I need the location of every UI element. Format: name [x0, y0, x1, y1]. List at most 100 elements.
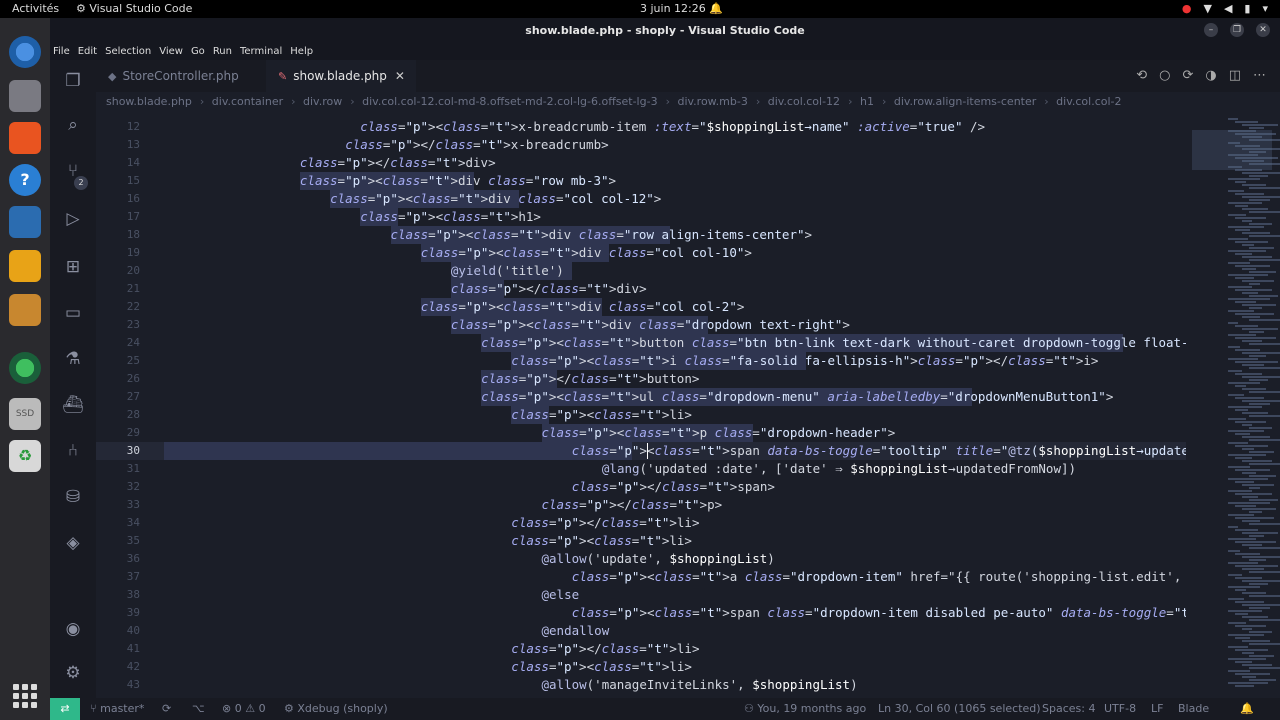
- remote-explorer-icon[interactable]: ▭: [62, 302, 84, 324]
- close-button[interactable]: ✕: [1256, 23, 1270, 37]
- code-line[interactable]: 30 class="p"><class="t">span data-bs-togg…: [96, 442, 1186, 460]
- code-line[interactable]: 24 class="p"><class="t">button class="btn…: [96, 334, 1186, 352]
- line-number[interactable]: 23: [96, 316, 140, 334]
- line-number[interactable]: 24: [96, 334, 140, 352]
- breadcrumb-item[interactable]: div.row: [303, 95, 342, 108]
- go-forward-icon[interactable]: ⟳: [1182, 68, 1193, 83]
- breadcrumb-item[interactable]: div.row.mb-3: [677, 95, 747, 108]
- extensions-icon[interactable]: ⊞: [62, 256, 84, 278]
- code-line[interactable]: 12 class="p"><class="t">x-breadcrumb-item…: [96, 118, 1186, 136]
- line-number[interactable]: 18: [96, 226, 140, 244]
- database-icon[interactable]: ⛁: [62, 486, 84, 508]
- code-line[interactable]: 14 class="p"></class="t">div>: [96, 154, 1186, 172]
- menu-view[interactable]: View: [159, 46, 183, 57]
- settings-gear-icon[interactable]: ⚙: [62, 662, 84, 684]
- line-number[interactable]: 13: [96, 136, 140, 154]
- line-number[interactable]: 21: [96, 280, 140, 298]
- system-tray[interactable]: ● ▼ ◀ ▮ ▾: [1182, 2, 1268, 15]
- code-line[interactable]: 13 class="p"></class="t">x-breadcrumb>: [96, 136, 1186, 154]
- code-line[interactable]: 31 @lang('updated :date', ['date' ⇒ $shop…: [96, 460, 1186, 478]
- clock[interactable]: 3 juin 12:26 🔔: [640, 2, 723, 15]
- code-line[interactable]: 32 class="p"></class="t">span>: [96, 478, 1186, 496]
- line-number[interactable]: 42: [96, 658, 140, 676]
- minimize-button[interactable]: –: [1204, 23, 1218, 37]
- line-number[interactable]: 36: [96, 550, 140, 568]
- maximize-button[interactable]: ❐: [1230, 23, 1244, 37]
- code-line[interactable]: 16 class="p"><class="t">div class="col co…: [96, 190, 1186, 208]
- code-line[interactable]: 18 class="p"><class="t">div class="row al…: [96, 226, 1186, 244]
- menu-terminal[interactable]: Terminal: [240, 46, 282, 57]
- git-graph-icon[interactable]: ⑃: [62, 440, 84, 462]
- git-branch[interactable]: ⑂ master*: [90, 702, 144, 715]
- code-line[interactable]: 29 class="p"><class="t">p class="dropdown…: [96, 424, 1186, 442]
- line-number[interactable]: 25: [96, 352, 140, 370]
- line-number[interactable]: 28: [96, 406, 140, 424]
- breadcrumb-item[interactable]: div.container: [212, 95, 283, 108]
- line-number[interactable]: 35: [96, 532, 140, 550]
- code-line[interactable]: 15 class="p"><class="t">div class="row mb…: [96, 172, 1186, 190]
- disk-icon[interactable]: SSD: [9, 398, 41, 430]
- line-number[interactable]: 39: [96, 604, 140, 622]
- git-graph-status-icon[interactable]: ⌥: [192, 702, 205, 715]
- line-number[interactable]: 16: [96, 190, 140, 208]
- more-actions-icon[interactable]: ⋯: [1253, 68, 1266, 83]
- cursor-position[interactable]: Ln 30, Col 60 (1065 selected): [878, 702, 1041, 715]
- breadcrumb-item[interactable]: div.row.align-items-center: [894, 95, 1036, 108]
- code-line[interactable]: 34 class="p"></class="t">li>: [96, 514, 1186, 532]
- end-of-line[interactable]: LF: [1151, 702, 1163, 715]
- breadcrumb-item[interactable]: div.col.col-2: [1056, 95, 1121, 108]
- code-line[interactable]: 20 @yield('title'): [96, 262, 1186, 280]
- line-number[interactable]: 14: [96, 154, 140, 172]
- run-debug-icon[interactable]: ▷: [62, 208, 84, 230]
- line-number[interactable]: 15: [96, 172, 140, 190]
- show-apps-icon[interactable]: [13, 684, 37, 708]
- line-number[interactable]: 32: [96, 478, 140, 496]
- encoding[interactable]: UTF-8: [1104, 702, 1136, 715]
- docker-icon[interactable]: ⛴: [62, 394, 84, 416]
- search-icon[interactable]: ⌕: [62, 114, 84, 136]
- menu-file[interactable]: File: [53, 46, 70, 57]
- code-line[interactable]: 41 class="p"></class="t">li>: [96, 640, 1186, 658]
- line-number[interactable]: 40: [96, 622, 140, 640]
- chromium-icon[interactable]: [9, 36, 41, 68]
- activities-button[interactable]: Activités: [12, 2, 59, 15]
- line-number[interactable]: 17: [96, 208, 140, 226]
- line-number[interactable]: 34: [96, 514, 140, 532]
- line-number[interactable]: 29: [96, 424, 140, 442]
- code-line[interactable]: 33 class="p"></class="t">p>: [96, 496, 1186, 514]
- go-back-icon[interactable]: ⟲: [1136, 68, 1147, 83]
- line-number[interactable]: 43: [96, 676, 140, 694]
- browser-icon[interactable]: [9, 352, 41, 384]
- split-editor-icon[interactable]: ◫: [1229, 68, 1241, 83]
- language-mode[interactable]: Blade: [1178, 702, 1209, 715]
- minimap[interactable]: [1186, 112, 1280, 698]
- line-number[interactable]: 12: [96, 118, 140, 136]
- code-line[interactable]: 35 class="p"><class="t">li>: [96, 532, 1186, 550]
- trash-icon[interactable]: ♻: [9, 440, 41, 472]
- explorer-icon[interactable]: ❐: [62, 70, 84, 92]
- line-number[interactable]: 22: [96, 298, 140, 316]
- code-line[interactable]: 19 class="p"><class="t">div class="col co…: [96, 244, 1186, 262]
- vscode-icon[interactable]: [9, 206, 41, 238]
- code-line[interactable]: 26 class="p"></class="t">button>: [96, 370, 1186, 388]
- image-viewer-icon[interactable]: [9, 294, 41, 326]
- compare-icon[interactable]: ◑: [1205, 68, 1216, 83]
- line-number[interactable]: 20: [96, 262, 140, 280]
- software-center-icon[interactable]: [9, 122, 41, 154]
- line-number[interactable]: 19: [96, 244, 140, 262]
- window-title-bar[interactable]: show.blade.php - shoply - Visual Studio …: [50, 18, 1280, 42]
- xdebug-status[interactable]: ⚙ Xdebug (shoply): [284, 702, 388, 715]
- code-line[interactable]: 23 class="p"><class="t">div class="dropdo…: [96, 316, 1186, 334]
- problems-indicator[interactable]: ⊗ 0 ⚠ 0: [222, 702, 266, 715]
- menu-edit[interactable]: Edit: [78, 46, 97, 57]
- code-line[interactable]: 28 class="p"><class="t">li>: [96, 406, 1186, 424]
- bell-icon[interactable]: 🔔: [1240, 702, 1254, 715]
- line-number[interactable]: 38: [96, 586, 140, 604]
- line-number[interactable]: 41: [96, 640, 140, 658]
- files-icon[interactable]: [9, 80, 41, 112]
- sync-icon[interactable]: ⟳: [162, 702, 171, 715]
- record-icon[interactable]: ○: [1159, 68, 1170, 83]
- tab-close-icon[interactable]: ✕: [395, 69, 405, 83]
- indentation[interactable]: Spaces: 4: [1042, 702, 1095, 715]
- testing-icon[interactable]: ⚗: [62, 348, 84, 370]
